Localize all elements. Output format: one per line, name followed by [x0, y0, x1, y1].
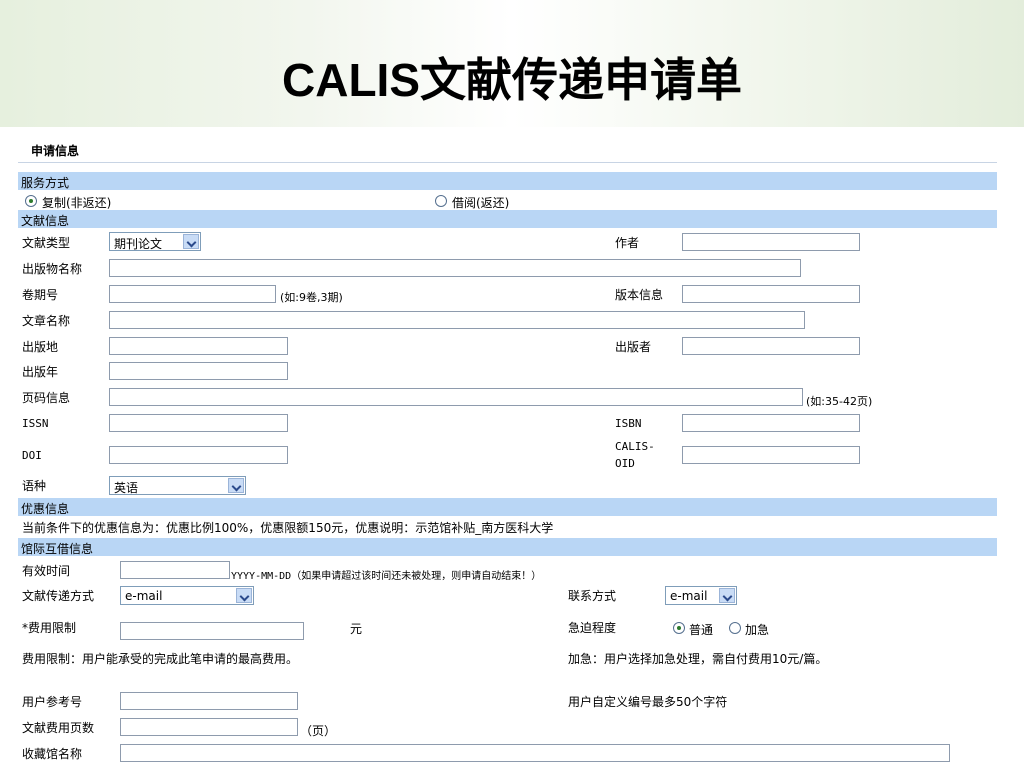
fee-unit: 元 — [350, 622, 363, 636]
year-label: 出版年 — [22, 365, 59, 379]
doc-type-label: 文献类型 — [22, 236, 71, 250]
place-label: 出版地 — [22, 340, 59, 354]
chevron-down-icon — [236, 588, 252, 603]
radio-borrow-label: 借阅(返还) — [452, 196, 510, 210]
doc-type-select[interactable]: 期刊论文 — [109, 232, 201, 251]
doc-type-value: 期刊论文 — [114, 237, 163, 251]
section-discount: 优惠信息 — [18, 498, 997, 516]
section-ill: 馆际互借信息 — [18, 538, 997, 556]
ref-note: 用户自定义编号最多50个字符 — [568, 695, 728, 709]
pages-label: 页码信息 — [22, 391, 71, 405]
section-service-title: 服务方式 — [21, 176, 70, 190]
volume-input[interactable] — [109, 285, 276, 303]
edition-label: 版本信息 — [615, 288, 664, 302]
urgent-note: 加急：用户选择加急处理，需自付费用10元/篇。 — [568, 652, 828, 666]
fee-pages-input[interactable] — [120, 718, 298, 736]
volume-hint: (如:9卷,3期) — [280, 291, 343, 304]
calis-oid-input[interactable] — [682, 446, 860, 464]
application-info-header: 申请信息 — [31, 144, 80, 158]
publisher-input[interactable] — [682, 337, 860, 355]
chevron-down-icon — [719, 588, 735, 603]
calis-oid-label-line2: OID — [615, 457, 635, 470]
contact-label: 联系方式 — [568, 589, 617, 603]
year-input[interactable] — [109, 362, 288, 380]
section-ill-title: 馆际互借信息 — [21, 542, 94, 556]
fee-limit-input[interactable] — [120, 622, 304, 640]
fee-note: 费用限制：用户能承受的完成此笔申请的最高费用。 — [22, 652, 299, 666]
article-label: 文章名称 — [22, 314, 71, 328]
contact-select[interactable]: e-mail — [665, 586, 737, 605]
pub-name-label: 出版物名称 — [22, 262, 83, 276]
section-service: 服务方式 — [18, 172, 997, 190]
lang-select[interactable]: 英语 — [109, 476, 246, 495]
urgency-normal-label: 普通 — [689, 623, 714, 637]
doi-input[interactable] — [109, 446, 288, 464]
delivery-value: e-mail — [125, 589, 163, 603]
issn-label: ISSN — [22, 417, 49, 430]
pages-hint: (如:35-42页) — [806, 395, 873, 408]
radio-borrow[interactable] — [435, 195, 447, 207]
pub-name-input[interactable] — [109, 259, 801, 277]
isbn-label: ISBN — [615, 417, 642, 430]
fee-pages-unit: （页） — [300, 724, 337, 738]
volume-label: 卷期号 — [22, 288, 59, 302]
section-document: 文献信息 — [18, 210, 997, 228]
holding-lib-input[interactable] — [120, 744, 950, 762]
header-divider — [18, 162, 997, 163]
fee-limit-label: *费用限制 — [22, 621, 77, 635]
radio-copy-label: 复制(非返还) — [42, 196, 112, 210]
urgency-urgent-label: 加急 — [745, 623, 770, 637]
delivery-label: 文献传递方式 — [22, 589, 95, 603]
place-input[interactable] — [109, 337, 288, 355]
calis-oid-label-line1: CALIS- — [615, 440, 655, 453]
valid-time-hint: YYYY-MM-DD（如果申请超过该时间还未被处理，则申请自动结束！） — [231, 571, 542, 582]
pages-input[interactable] — [109, 388, 803, 406]
valid-time-input[interactable] — [120, 561, 230, 579]
chevron-down-icon — [228, 478, 244, 493]
fee-pages-label: 文献费用页数 — [22, 721, 95, 735]
doi-label: DOI — [22, 449, 42, 462]
lang-value: 英语 — [114, 481, 139, 495]
ref-label: 用户参考号 — [22, 695, 83, 709]
ref-input[interactable] — [120, 692, 298, 710]
isbn-input[interactable] — [682, 414, 860, 432]
chevron-down-icon — [183, 234, 199, 249]
publisher-label: 出版者 — [615, 340, 652, 354]
author-input[interactable] — [682, 233, 860, 251]
lang-label: 语种 — [22, 479, 47, 493]
holding-lib-label: 收藏馆名称 — [22, 747, 83, 761]
urgency-label: 急迫程度 — [568, 621, 617, 635]
section-document-title: 文献信息 — [21, 214, 70, 228]
discount-text: 当前条件下的优惠信息为：优惠比例100%，优惠限额150元，优惠说明：示范馆补贴… — [22, 521, 554, 535]
page-title: CALIS文献传递申请单 — [282, 54, 742, 106]
radio-urgency-urgent[interactable] — [729, 622, 741, 634]
radio-urgency-normal[interactable] — [673, 622, 685, 634]
valid-time-label: 有效时间 — [22, 564, 71, 578]
issn-input[interactable] — [109, 414, 288, 432]
edition-input[interactable] — [682, 285, 860, 303]
radio-copy[interactable] — [25, 195, 37, 207]
delivery-select[interactable]: e-mail — [120, 586, 254, 605]
article-input[interactable] — [109, 311, 805, 329]
author-label: 作者 — [615, 236, 640, 250]
contact-value: e-mail — [670, 589, 708, 603]
section-discount-title: 优惠信息 — [21, 502, 70, 516]
